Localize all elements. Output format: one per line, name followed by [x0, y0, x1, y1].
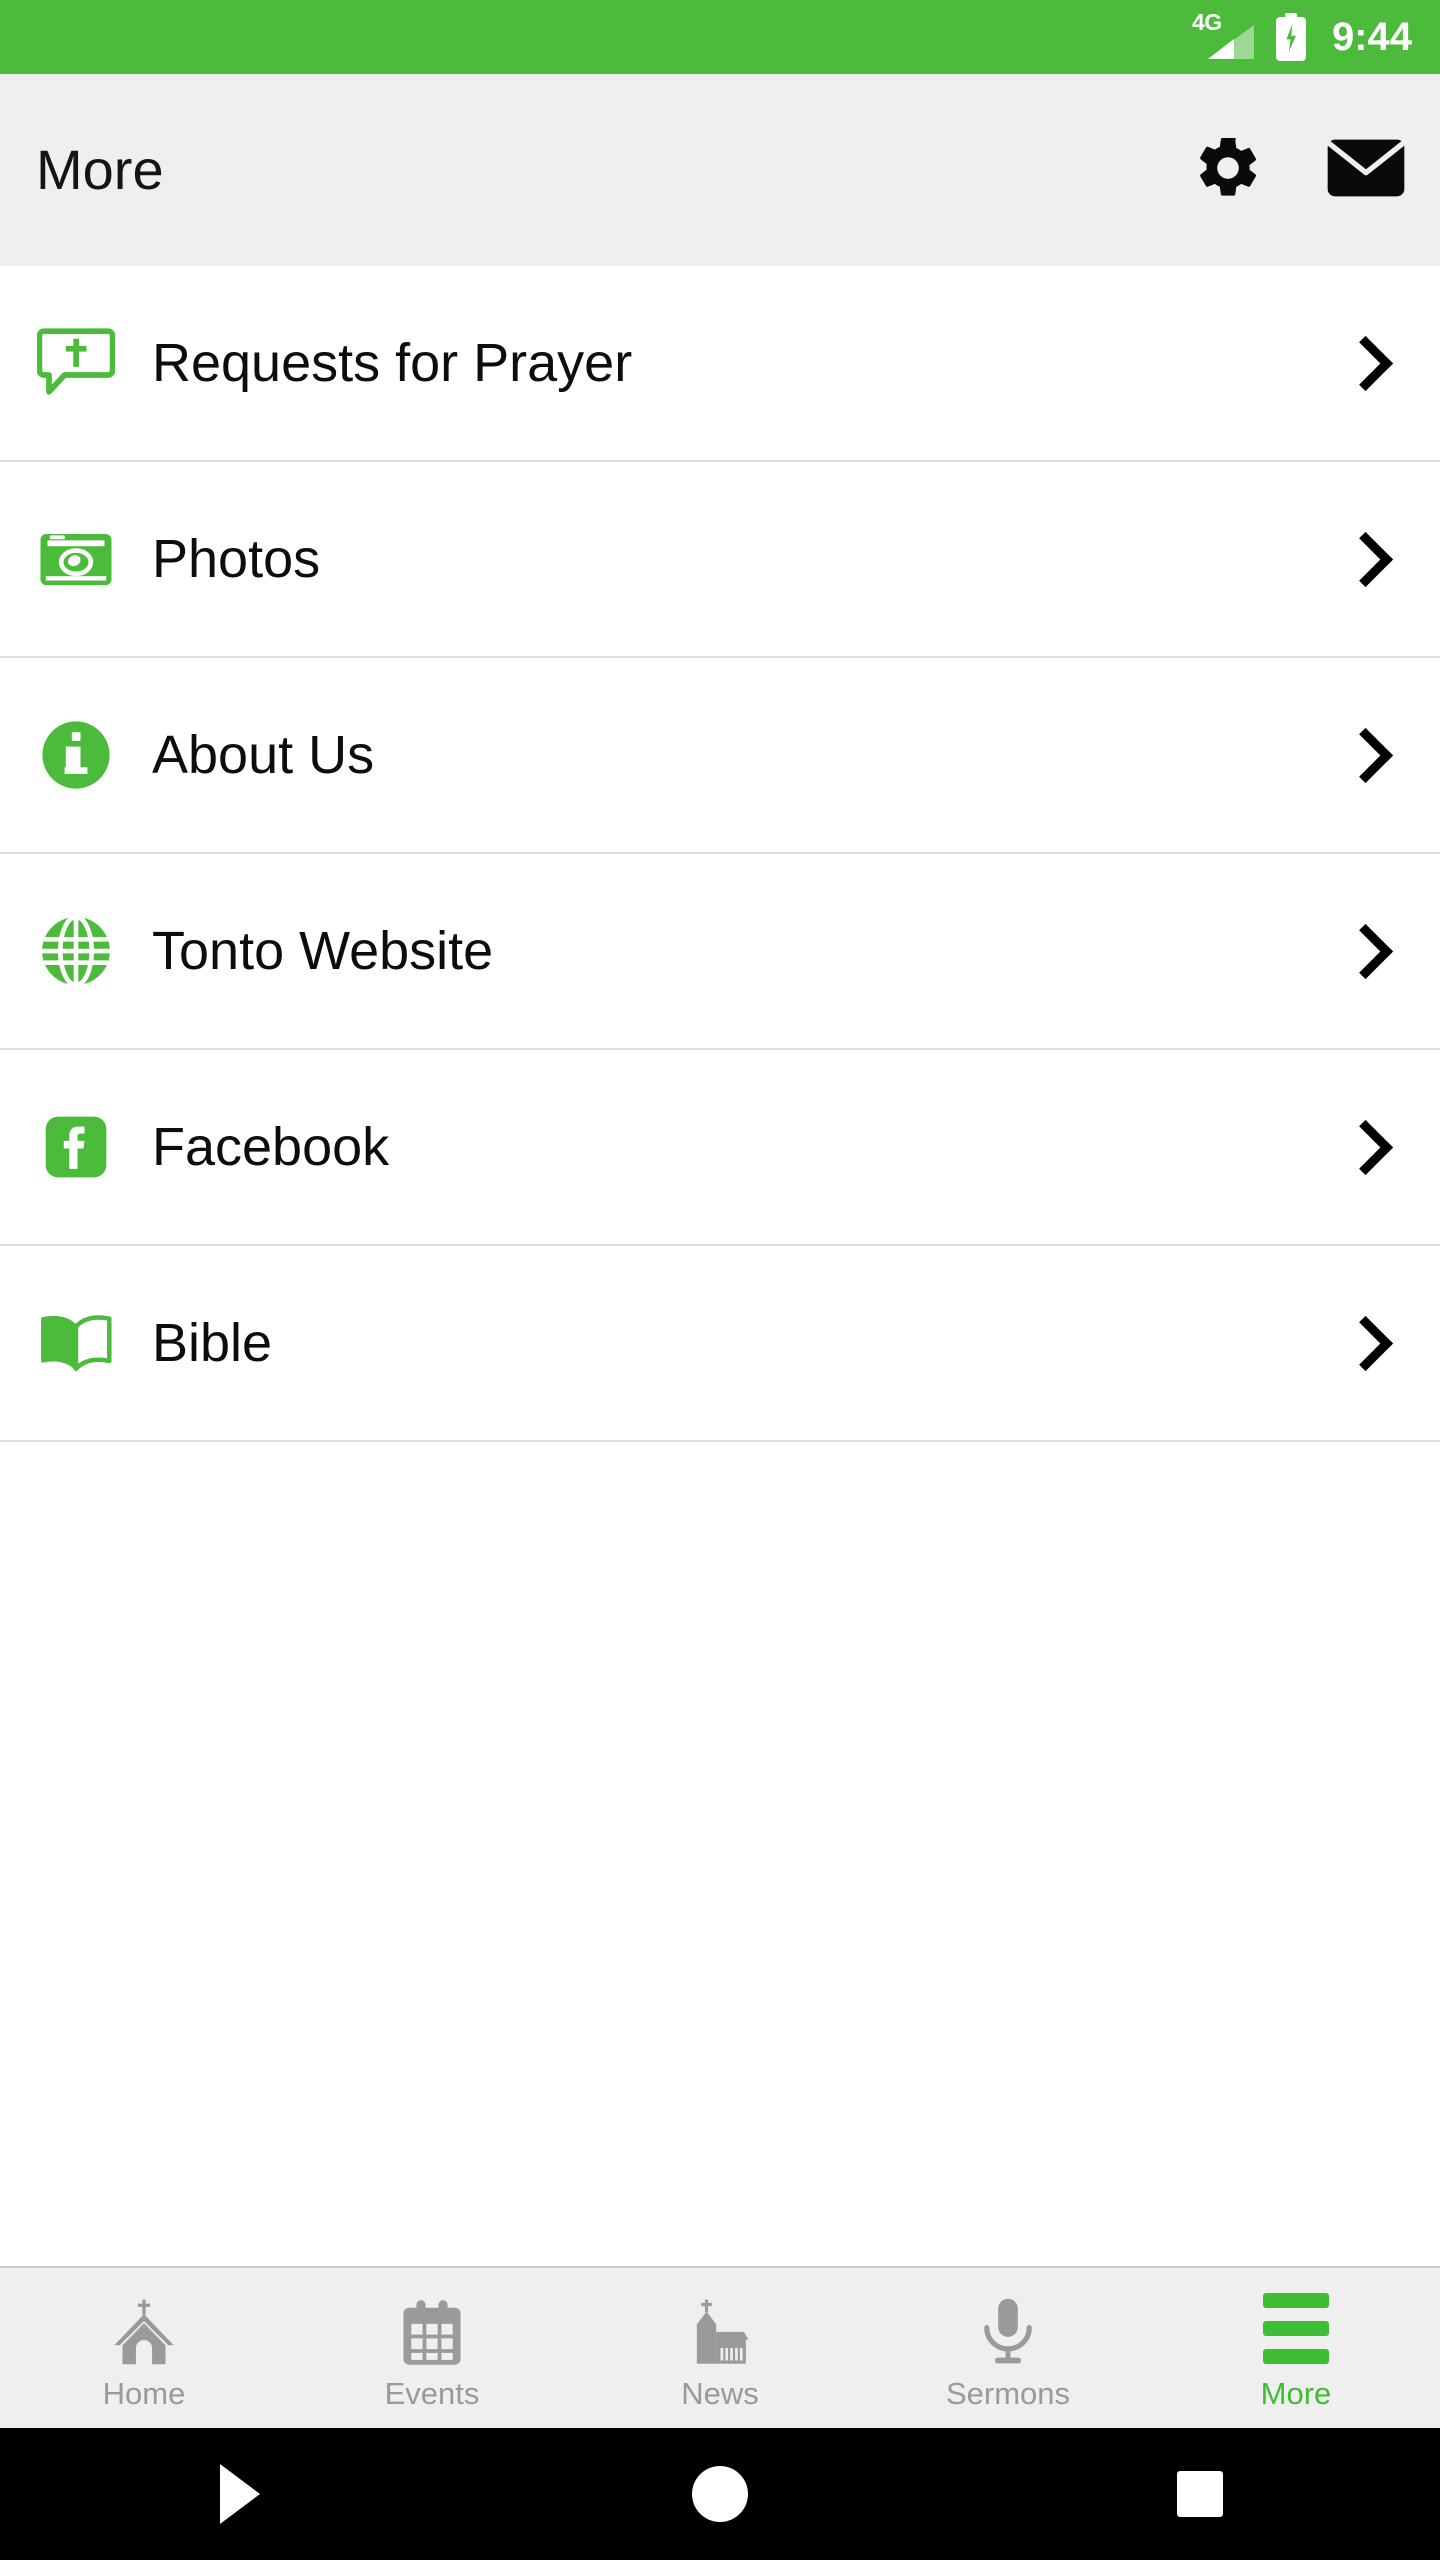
- camera-icon: [0, 527, 152, 591]
- hamburger-menu-icon: [1263, 2292, 1329, 2368]
- list-item-about-us[interactable]: About Us: [0, 658, 1440, 854]
- tab-sermons[interactable]: Sermons: [864, 2268, 1152, 2428]
- chevron-right-icon[interactable]: [1334, 1315, 1404, 1371]
- list-item-label: Requests for Prayer: [152, 332, 633, 393]
- battery-charging-icon: [1275, 13, 1306, 61]
- chevron-right-icon[interactable]: [1334, 1119, 1404, 1175]
- tab-label: Sermons: [945, 2375, 1071, 2411]
- status-bar: 4G 9:44: [0, 0, 1440, 74]
- microphone-icon: [978, 2294, 1038, 2368]
- list-item-label: Facebook: [152, 1116, 390, 1177]
- list-item-requests-for-prayer[interactable]: Requests for Prayer: [0, 266, 1440, 462]
- open-book-icon: [0, 1312, 152, 1374]
- gear-icon[interactable]: [1192, 132, 1264, 209]
- chevron-right-icon[interactable]: [1334, 531, 1404, 587]
- list-item-facebook[interactable]: Facebook: [0, 1050, 1440, 1246]
- square-recents-icon[interactable]: [1120, 2428, 1280, 2560]
- envelope-icon[interactable]: [1326, 137, 1406, 204]
- triangle-back-icon[interactable]: [160, 2428, 320, 2560]
- list-item-label: About Us: [152, 724, 375, 785]
- church-building-icon: [684, 2294, 756, 2368]
- calendar-icon: [399, 2294, 465, 2368]
- app-header: More: [0, 74, 1440, 266]
- header-actions: [1192, 132, 1406, 209]
- tab-events[interactable]: Events: [288, 2268, 576, 2428]
- list-item-photos[interactable]: Photos: [0, 462, 1440, 658]
- bottom-tab-bar: Home Events News Sermons More: [0, 2266, 1440, 2428]
- page-title: More: [36, 138, 164, 201]
- list-item-bible[interactable]: Bible: [0, 1246, 1440, 1442]
- status-bar-right-cluster: 4G 9:44: [1192, 11, 1412, 61]
- android-system-nav-bar: [0, 2428, 1440, 2560]
- status-bar-clock: 9:44: [1331, 15, 1412, 59]
- church-steeple-icon: [108, 2294, 180, 2368]
- tab-news[interactable]: News: [576, 2268, 864, 2428]
- circle-home-icon[interactable]: [640, 2428, 800, 2560]
- tab-label: Events: [384, 2375, 480, 2411]
- list-item-label: Bible: [152, 1312, 273, 1373]
- globe-icon: [0, 914, 152, 988]
- list-item-label: Photos: [152, 528, 321, 589]
- tab-label: News: [681, 2375, 759, 2411]
- list-item-tonto-website[interactable]: Tonto Website: [0, 854, 1440, 1050]
- chevron-right-icon[interactable]: [1334, 923, 1404, 979]
- tab-more[interactable]: More: [1152, 2268, 1440, 2428]
- facebook-icon: [0, 1112, 152, 1182]
- tab-label: More: [1260, 2375, 1332, 2411]
- list-item-label: Tonto Website: [152, 920, 494, 981]
- signal-bars: [1207, 25, 1254, 59]
- phone-screen: 4G 9:44 More Requests for Prayer Photos …: [0, 0, 1440, 2560]
- more-menu-list: Requests for Prayer Photos About Us Tont…: [0, 266, 1440, 2266]
- chevron-right-icon[interactable]: [1334, 727, 1404, 783]
- signal-bars-filled: [1207, 39, 1234, 59]
- tab-label: Home: [102, 2375, 186, 2411]
- prayer-bubble-cross-icon: [0, 324, 152, 402]
- chevron-right-icon[interactable]: [1334, 335, 1404, 391]
- signal-strength-icon: 4G: [1192, 11, 1254, 61]
- tab-home[interactable]: Home: [0, 2268, 288, 2428]
- info-circle-icon: [0, 719, 152, 791]
